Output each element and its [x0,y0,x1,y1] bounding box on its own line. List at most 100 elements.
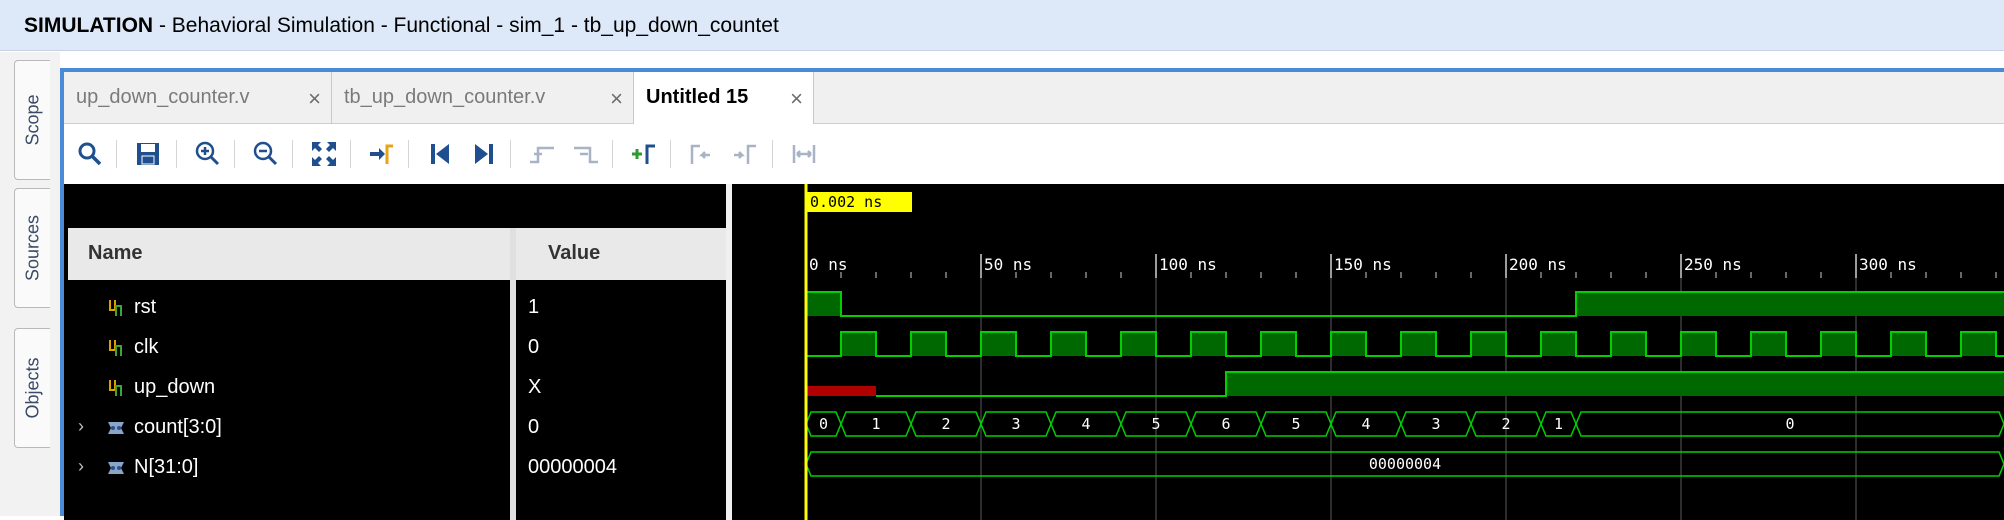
clk-high-fill [1401,332,1436,356]
previous-transition-icon[interactable] [524,136,560,172]
tab-sources[interactable]: Sources [14,188,50,308]
expand-chevron-icon[interactable]: › [78,456,84,477]
close-icon[interactable]: × [790,86,803,112]
tab-objects-label: Objects [22,357,42,419]
count-value-label: 3 [1431,415,1440,433]
signal-value: 00000004 [528,456,617,478]
next-marker-icon[interactable] [728,136,764,172]
title-mode: SIMULATION [24,14,154,37]
time-tick-label: 250 ns [1684,255,1742,274]
value-column-header[interactable]: Value [548,242,600,265]
time-tick-label: 50 ns [984,255,1032,274]
signal-icon [106,298,126,323]
go-to-cursor-icon[interactable] [364,136,400,172]
waveform-toolbar [64,124,2004,184]
go-to-end-icon[interactable] [466,136,502,172]
clk-high-fill [841,332,876,356]
toolbar-separator [772,140,773,168]
close-icon[interactable]: × [308,86,321,112]
time-tick-label: 0 ns [809,255,848,274]
signal-value: 1 [528,296,540,318]
clk-high-fill [1891,332,1926,356]
rst-high-fill [806,292,841,316]
signal-name: count[3:0] [134,416,222,438]
side-tab-strip: Scope Sources Objects [0,52,60,516]
add-marker-icon[interactable] [626,136,662,172]
swap-cursors-icon[interactable] [786,136,822,172]
editor-tab-row: up_down_counter.v × tb_up_down_counter.v… [64,72,2004,124]
signal-value: 0 [528,336,540,358]
clk-high-fill [911,332,946,356]
waveform-panel: up_down_counter.v × tb_up_down_counter.v… [60,68,2004,520]
count-value-label: 4 [1361,415,1370,433]
save-icon[interactable] [130,136,166,172]
name-column-header[interactable]: Name [88,242,142,265]
toolbar-separator [176,140,177,168]
bus-signal-icon [106,418,126,443]
zoom-in-icon[interactable] [190,136,226,172]
signal-row-count[interactable]: › count[3:0] 0 [64,408,726,448]
signal-name: rst [134,296,157,318]
toolbar-separator [116,140,117,168]
clk-high-fill [1611,332,1646,356]
next-transition-icon[interactable] [568,136,604,172]
tab-tb-up-down-counter-v[interactable]: tb_up_down_counter.v × [332,72,634,124]
tab-label: Untitled 15 [646,86,749,108]
clk-high-fill [1961,332,1996,356]
toolbar-separator [234,140,235,168]
signal-row-n[interactable]: › N[31:0] 00000004 [64,448,726,488]
time-tick-label: 300 ns [1859,255,1917,274]
count-value-label: 1 [1554,415,1563,433]
signal-icon [106,378,126,403]
toolbar-separator [612,140,613,168]
window-title: SIMULATION - Behavioral Simulation - Fun… [24,14,779,38]
toolbar-separator [408,140,409,168]
count-value-label: 1 [871,415,880,433]
clk-high-fill [1191,332,1226,356]
clk-high-fill [1821,332,1856,356]
waveform-area: Name Value rst 1 clk 0 up_down X › count… [64,184,2004,520]
clk-high-fill [981,332,1016,356]
expand-chevron-icon[interactable]: › [78,416,84,437]
zoom-out-icon[interactable] [248,136,284,172]
search-icon[interactable] [72,136,108,172]
cursor-time-label: 0.002 ns [810,193,882,211]
signal-row-rst[interactable]: rst 1 [64,288,726,328]
title-details: - Behavioral Simulation - Functional - s… [153,14,779,37]
tab-up-down-counter-v[interactable]: up_down_counter.v × [64,72,332,124]
signal-row-clk[interactable]: clk 0 [64,328,726,368]
signal-name: clk [134,336,159,358]
toolbar-separator [670,140,671,168]
time-tick-label: 150 ns [1334,255,1392,274]
tab-scope[interactable]: Scope [14,60,50,180]
tab-untitled-15[interactable]: Untitled 15 × [634,72,814,124]
clk-high-fill [1751,332,1786,356]
toolbar-separator [292,140,293,168]
signal-value: 0 [528,416,540,438]
go-to-start-icon[interactable] [422,136,458,172]
waveform-canvas[interactable]: 0 ns 50 ns 100 ns 150 ns 200 ns 250 ns 300 ns 3… [732,184,2004,520]
previous-marker-icon[interactable] [684,136,720,172]
tab-label: tb_up_down_counter.v [344,86,546,108]
tab-label: up_down_counter.v [76,86,250,108]
title-bar: SIMULATION - Behavioral Simulation - Fun… [0,0,2004,51]
tab-sources-label: Sources [22,214,42,282]
tab-scope-label: Scope [22,94,42,146]
close-icon[interactable]: × [610,86,623,112]
count-value-label: 6 [1221,415,1230,433]
clk-high-fill [1541,332,1576,356]
count-value-label: 0 [1785,415,1794,433]
clk-high-fill [1051,332,1086,356]
zoom-fit-icon[interactable] [306,136,342,172]
name-value-header: Name Value [68,228,730,280]
signal-row-up-down[interactable]: up_down X [64,368,726,408]
rst-high-fill [1576,292,2004,316]
count-value-label: 2 [941,415,950,433]
signal-value: X [528,376,542,398]
signal-name: N[31:0] [134,456,199,478]
clk-high-fill [1471,332,1506,356]
count-value-label: 4 [1081,415,1090,433]
time-tick-label: 100 ns [1159,255,1217,274]
toolbar-separator [350,140,351,168]
tab-objects[interactable]: Objects [14,328,50,448]
